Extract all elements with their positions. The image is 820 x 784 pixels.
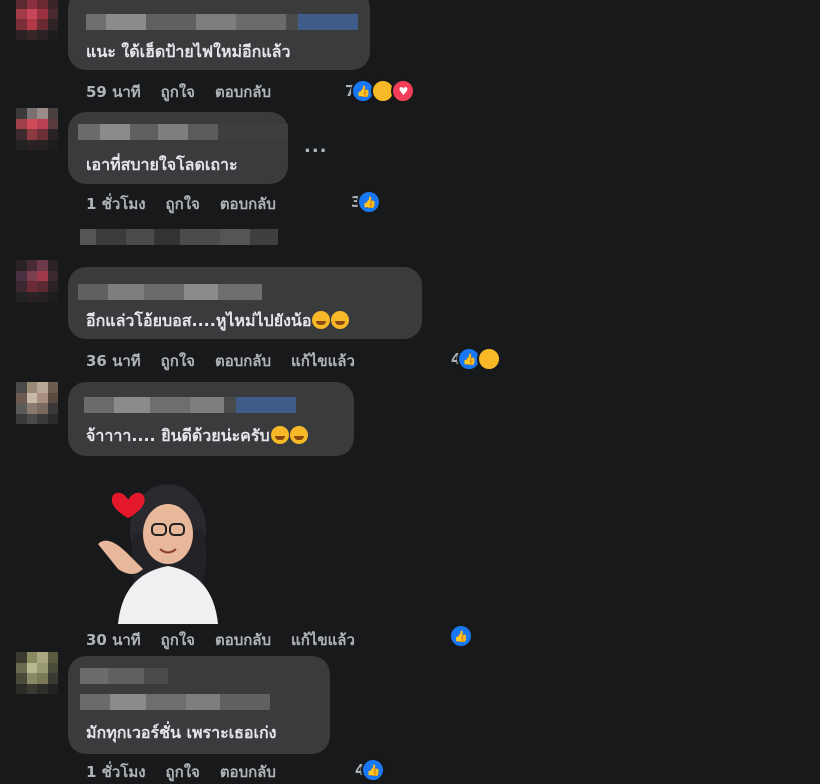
author-name-blurred[interactable]	[78, 284, 262, 300]
reaction-summary[interactable]: 4 👍	[451, 347, 502, 371]
avatar[interactable]	[16, 652, 58, 694]
comment-text-content: จ้าาาา.... ยินดีด้วยน่ะครับ	[86, 426, 270, 445]
rofl-emoji-icon	[331, 311, 350, 329]
comment-text: แนะ ใด้เฮ็ดป้ายไฟใหม่อีกแล้ว	[86, 42, 291, 61]
comment-time[interactable]: 1 ชั่วโมง	[86, 763, 146, 781]
avatar-heart-sticker[interactable]	[88, 474, 228, 624]
reaction-summary[interactable]: 7 👍 ♥	[345, 79, 416, 103]
comment-time[interactable]: 30 นาที	[86, 631, 141, 649]
comment-text: มักทุกเวอร์ชั่น เพราะเธอเก่ง	[86, 723, 277, 742]
haha-icon	[477, 347, 502, 371]
comment-time[interactable]: 36 นาที	[86, 352, 141, 370]
like-link[interactable]: ถูกใจ	[161, 83, 195, 101]
avatar[interactable]	[16, 0, 58, 40]
comment-text: อีกแล่วโอ้ยบอส....หูไหม่ไปยังน้อ	[86, 309, 350, 334]
reply-preview-blurred[interactable]	[80, 229, 278, 245]
comment-text-content: อีกแล่วโอ้ยบอส....หูไหม่ไปยังน้อ	[86, 311, 312, 330]
like-link[interactable]: ถูกใจ	[166, 763, 200, 781]
like-icon: 👍	[357, 190, 382, 214]
comment-actions: 36 นาที ถูกใจ ตอบกลับ แก้ไขแล้ว	[86, 349, 375, 373]
comment-text: จ้าาาา.... ยินดีด้วยน่ะครับ	[86, 424, 308, 449]
author-name-blurred[interactable]	[84, 397, 296, 413]
like-link[interactable]: ถูกใจ	[166, 195, 200, 213]
like-icon: 👍	[449, 624, 473, 648]
comment-actions: 1 ชั่วโมง ถูกใจ ตอบกลับ	[86, 760, 296, 784]
reaction-summary[interactable]: 3 👍	[351, 190, 382, 214]
edited-label[interactable]: แก้ไขแล้ว	[291, 352, 355, 370]
like-icon: 👍	[361, 758, 386, 782]
reply-link[interactable]: ตอบกลับ	[215, 83, 271, 101]
comment-actions: 1 ชั่วโมง ถูกใจ ตอบกลับ	[86, 192, 296, 216]
reaction-summary[interactable]: 👍	[446, 624, 473, 648]
avatar[interactable]	[16, 108, 58, 150]
reply-link[interactable]: ตอบกลับ	[220, 195, 276, 213]
more-options-icon[interactable]: ...	[304, 136, 328, 157]
like-link[interactable]: ถูกใจ	[161, 631, 195, 649]
author-name-blurred[interactable]	[86, 14, 358, 30]
love-icon: ♥	[391, 79, 416, 103]
edited-label[interactable]: แก้ไขแล้ว	[291, 631, 355, 649]
author-name-blurred[interactable]	[78, 124, 288, 140]
reaction-summary[interactable]: 4 👍	[355, 758, 386, 782]
grin-emoji-icon	[289, 426, 308, 444]
comment-time[interactable]: 1 ชั่วโมง	[86, 195, 146, 213]
avatar[interactable]	[16, 260, 58, 302]
reply-link[interactable]: ตอบกลับ	[215, 352, 271, 370]
reply-link[interactable]: ตอบกลับ	[215, 631, 271, 649]
author-name-blurred[interactable]	[80, 668, 168, 684]
comment-actions: 30 นาที ถูกใจ ตอบกลับ แก้ไขแล้ว	[86, 628, 375, 652]
comment-text: เอาที่สบายใจโลดเถาะ	[86, 155, 238, 174]
comment-time[interactable]: 59 นาที	[86, 83, 141, 101]
author-name-blurred[interactable]	[80, 694, 270, 710]
reply-link[interactable]: ตอบกลับ	[220, 763, 276, 781]
avatar[interactable]	[16, 382, 58, 424]
comment-actions: 59 นาที ถูกใจ ตอบกลับ	[86, 80, 291, 104]
rofl-emoji-icon	[270, 426, 289, 444]
like-link[interactable]: ถูกใจ	[161, 352, 195, 370]
rofl-emoji-icon	[312, 311, 331, 329]
